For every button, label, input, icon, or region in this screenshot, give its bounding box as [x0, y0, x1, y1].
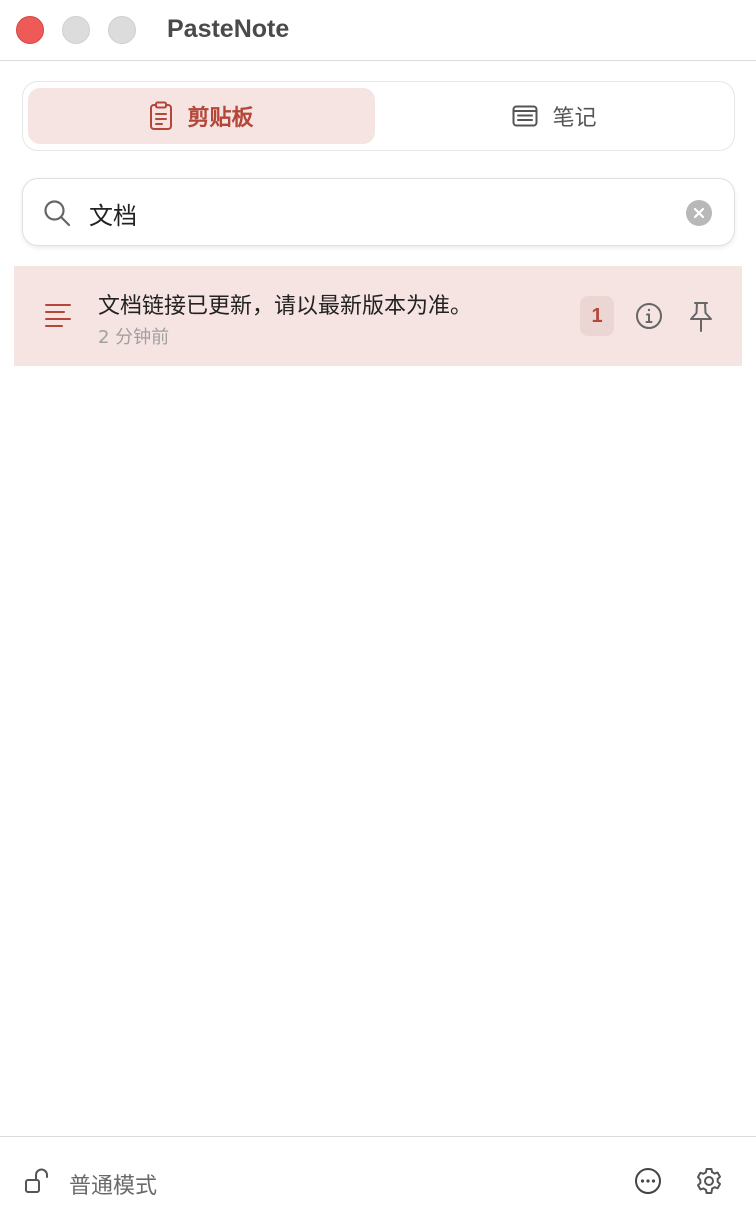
tab-notes[interactable]: 笔记 — [379, 88, 730, 144]
window-close-button[interactable] — [16, 16, 44, 44]
title-bar: PasteNote — [0, 0, 756, 61]
window-minimize-button[interactable] — [62, 16, 90, 44]
footer-bar: 普通模式 — [0, 1136, 756, 1220]
search-input[interactable] — [89, 193, 669, 233]
count-badge: 1 — [580, 296, 614, 336]
settings-button[interactable] — [694, 1166, 724, 1200]
clipboard-icon — [149, 101, 173, 131]
gear-icon — [697, 1168, 721, 1194]
close-icon — [693, 207, 705, 219]
text-lines-icon — [44, 302, 72, 332]
tab-clipboard[interactable]: 剪贴板 — [28, 88, 375, 144]
note-icon — [512, 105, 538, 127]
unlock-icon[interactable] — [24, 1167, 52, 1199]
search-icon — [43, 199, 71, 231]
tab-notes-label: 笔记 — [552, 106, 597, 131]
pin-icon — [690, 302, 712, 332]
more-icon — [635, 1168, 661, 1194]
app-title: PasteNote — [167, 15, 290, 43]
tab-clipboard-label: 剪贴板 — [187, 106, 254, 131]
app-window: PasteNote 剪贴板 笔记 文档 文档链接已更新，请以最新版本为准。 2 … — [0, 0, 756, 1220]
window-maximize-button[interactable] — [108, 16, 136, 44]
mode-label[interactable]: 普通模式 — [69, 1168, 157, 1200]
list-item-title: 文档链接已更新，请以最新版本为准。 — [98, 294, 473, 319]
list-item-time: 2 分钟前 — [98, 327, 170, 348]
more-button[interactable] — [634, 1167, 662, 1199]
info-button[interactable] — [635, 302, 663, 334]
pin-button[interactable] — [688, 301, 714, 337]
clear-search-button[interactable] — [686, 200, 712, 226]
info-icon — [636, 303, 662, 329]
list-item[interactable]: 文档链接已更新，请以最新版本为准。 2 分钟前 1 — [14, 266, 742, 366]
search-bar — [22, 178, 735, 246]
tab-switcher: 剪贴板 笔记 — [22, 81, 735, 151]
